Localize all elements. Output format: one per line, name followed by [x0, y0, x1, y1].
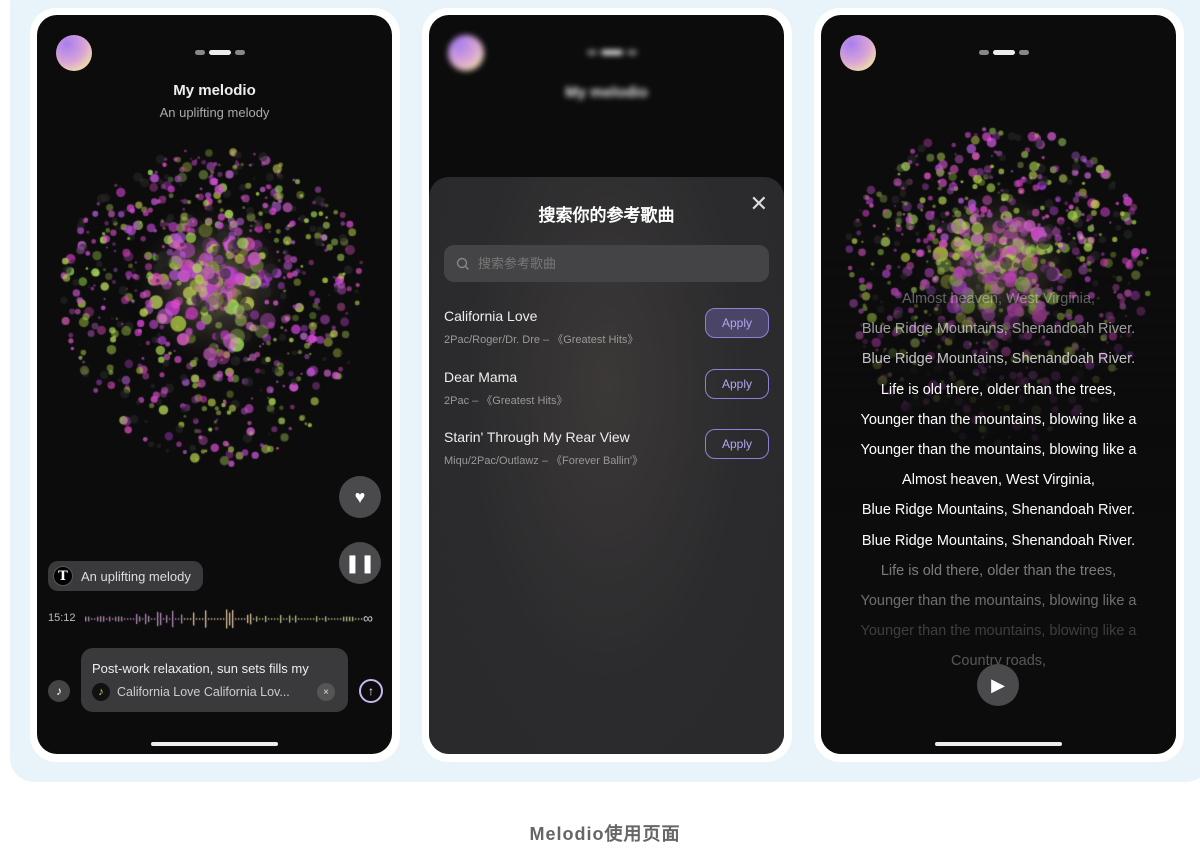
- lyrics-list[interactable]: Almost heaven, West Virginia, Blue Ridge …: [821, 284, 1176, 676]
- lyric-line: Life is old there, older than the trees,: [880, 381, 1117, 398]
- heart-download-icon: ♥: [354, 486, 366, 507]
- search-reference-modal: 搜索你的参考歌曲 ✕ California Love 2Pac/Roger/Dr…: [429, 177, 784, 754]
- page-title: My melodio: [173, 82, 256, 99]
- page-dot: [587, 50, 597, 55]
- modal-title: 搜索你的参考歌曲: [538, 206, 675, 225]
- page-dot: [195, 50, 205, 55]
- search-input[interactable]: [478, 256, 738, 271]
- home-indicator: [935, 742, 1062, 746]
- music-note-icon: ♪: [92, 683, 110, 701]
- apply-button[interactable]: Apply: [705, 429, 769, 459]
- page-subtitle: An uplifting melody: [159, 105, 270, 120]
- avatar[interactable]: [840, 35, 876, 71]
- lyric-line: Blue Ridge Mountains, Shenandoah River.: [861, 351, 1136, 368]
- song-meta: 2Pac/Roger/Dr. Dre – 《Greatest Hits》: [444, 334, 639, 346]
- send-button[interactable]: ↑: [359, 679, 383, 703]
- song-name: Starin' Through My Rear View: [444, 429, 630, 445]
- player-screen: My melodio An uplifting melody ♥ ❚❚ T An…: [37, 15, 392, 754]
- prompt-text: Post-work relaxation, sun sets fills my: [92, 661, 309, 676]
- song-name: Dear Mama: [444, 369, 518, 385]
- lyric-line: Almost heaven, West Virginia,: [902, 472, 1095, 489]
- play-icon: ▶: [991, 674, 1005, 695]
- lyric-line: Blue Ridge Mountains, Shenandoah River.: [861, 321, 1136, 338]
- style-chip-label: An uplifting melody: [81, 568, 191, 584]
- home-indicator: [151, 742, 278, 746]
- apply-button[interactable]: Apply: [705, 369, 769, 399]
- search-icon: [456, 257, 469, 270]
- search-screen: My melodio 搜索你的参考歌曲 ✕ California Love 2P…: [429, 15, 784, 754]
- close-icon[interactable]: ✕: [750, 191, 768, 217]
- lyric-line: Younger than the mountains, blowing like…: [860, 592, 1137, 609]
- loop-icon[interactable]: ∞: [363, 610, 373, 626]
- page-dot: [979, 50, 989, 55]
- result-item[interactable]: California Love 2Pac/Roger/Dr. Dre – 《Gr…: [444, 308, 769, 352]
- page-indicator: [979, 50, 1029, 55]
- particle-visualizer: [37, 15, 392, 754]
- page-dot-active: [209, 50, 231, 55]
- prompt-card[interactable]: Post-work relaxation, sun sets fills my …: [81, 648, 348, 712]
- reference-song: ♪ California Love California Lov...: [92, 683, 290, 701]
- music-note-icon: ♪: [56, 684, 62, 698]
- lyric-line: Blue Ridge Mountains, Shenandoah River.: [861, 532, 1136, 549]
- song-meta: 2Pac – 《Greatest Hits》: [444, 395, 568, 407]
- remove-reference-button[interactable]: ×: [317, 683, 335, 701]
- lyric-line: Almost heaven, West Virginia,: [902, 291, 1095, 307]
- lyrics-screen: Almost heaven, West Virginia, Blue Ridge …: [821, 15, 1176, 754]
- lyric-line: Blue Ridge Mountains, Shenandoah River.: [861, 502, 1136, 519]
- music-note-button[interactable]: ♪: [48, 680, 70, 702]
- lyric-line: Younger than the mountains, blowing like…: [860, 441, 1137, 458]
- page-indicator: [195, 50, 245, 55]
- apply-button[interactable]: Apply: [705, 308, 769, 338]
- pause-icon: ❚❚: [344, 552, 376, 573]
- result-item[interactable]: Dear Mama 2Pac – 《Greatest Hits》 Apply: [444, 369, 769, 413]
- song-meta: Miqu/2Pac/Outlawz – 《Forever Ballin'》: [444, 455, 643, 467]
- lyric-line: Younger than the mountains, blowing like…: [860, 623, 1137, 640]
- text-style-icon: T: [53, 566, 73, 586]
- favorite-button[interactable]: ♥: [339, 476, 381, 518]
- avatar: [448, 35, 484, 71]
- page-dot: [627, 50, 637, 55]
- page-dot-active: [993, 50, 1015, 55]
- song-name: California Love: [444, 308, 538, 324]
- background-title: My melodio: [565, 84, 648, 101]
- result-item[interactable]: Starin' Through My Rear View Miqu/2Pac/O…: [444, 429, 769, 473]
- page-dot: [235, 50, 245, 55]
- figure-caption: Melodio使用页面: [529, 824, 681, 844]
- page-indicator: [587, 50, 637, 55]
- reference-song-label: California Love California Lov...: [117, 685, 290, 699]
- lyric-line: Younger than the mountains, blowing like…: [860, 411, 1137, 428]
- page-dot-active: [601, 50, 623, 55]
- pause-button[interactable]: ❚❚: [339, 542, 381, 584]
- playback-time: 15:12: [48, 612, 76, 624]
- lyric-line: Life is old there, older than the trees,: [880, 562, 1117, 579]
- style-chip[interactable]: T An uplifting melody: [48, 561, 203, 591]
- waveform-scrubber[interactable]: [85, 607, 363, 631]
- search-field[interactable]: [444, 245, 769, 282]
- avatar[interactable]: [56, 35, 92, 71]
- play-button[interactable]: ▶: [977, 664, 1019, 706]
- page-dot: [1019, 50, 1029, 55]
